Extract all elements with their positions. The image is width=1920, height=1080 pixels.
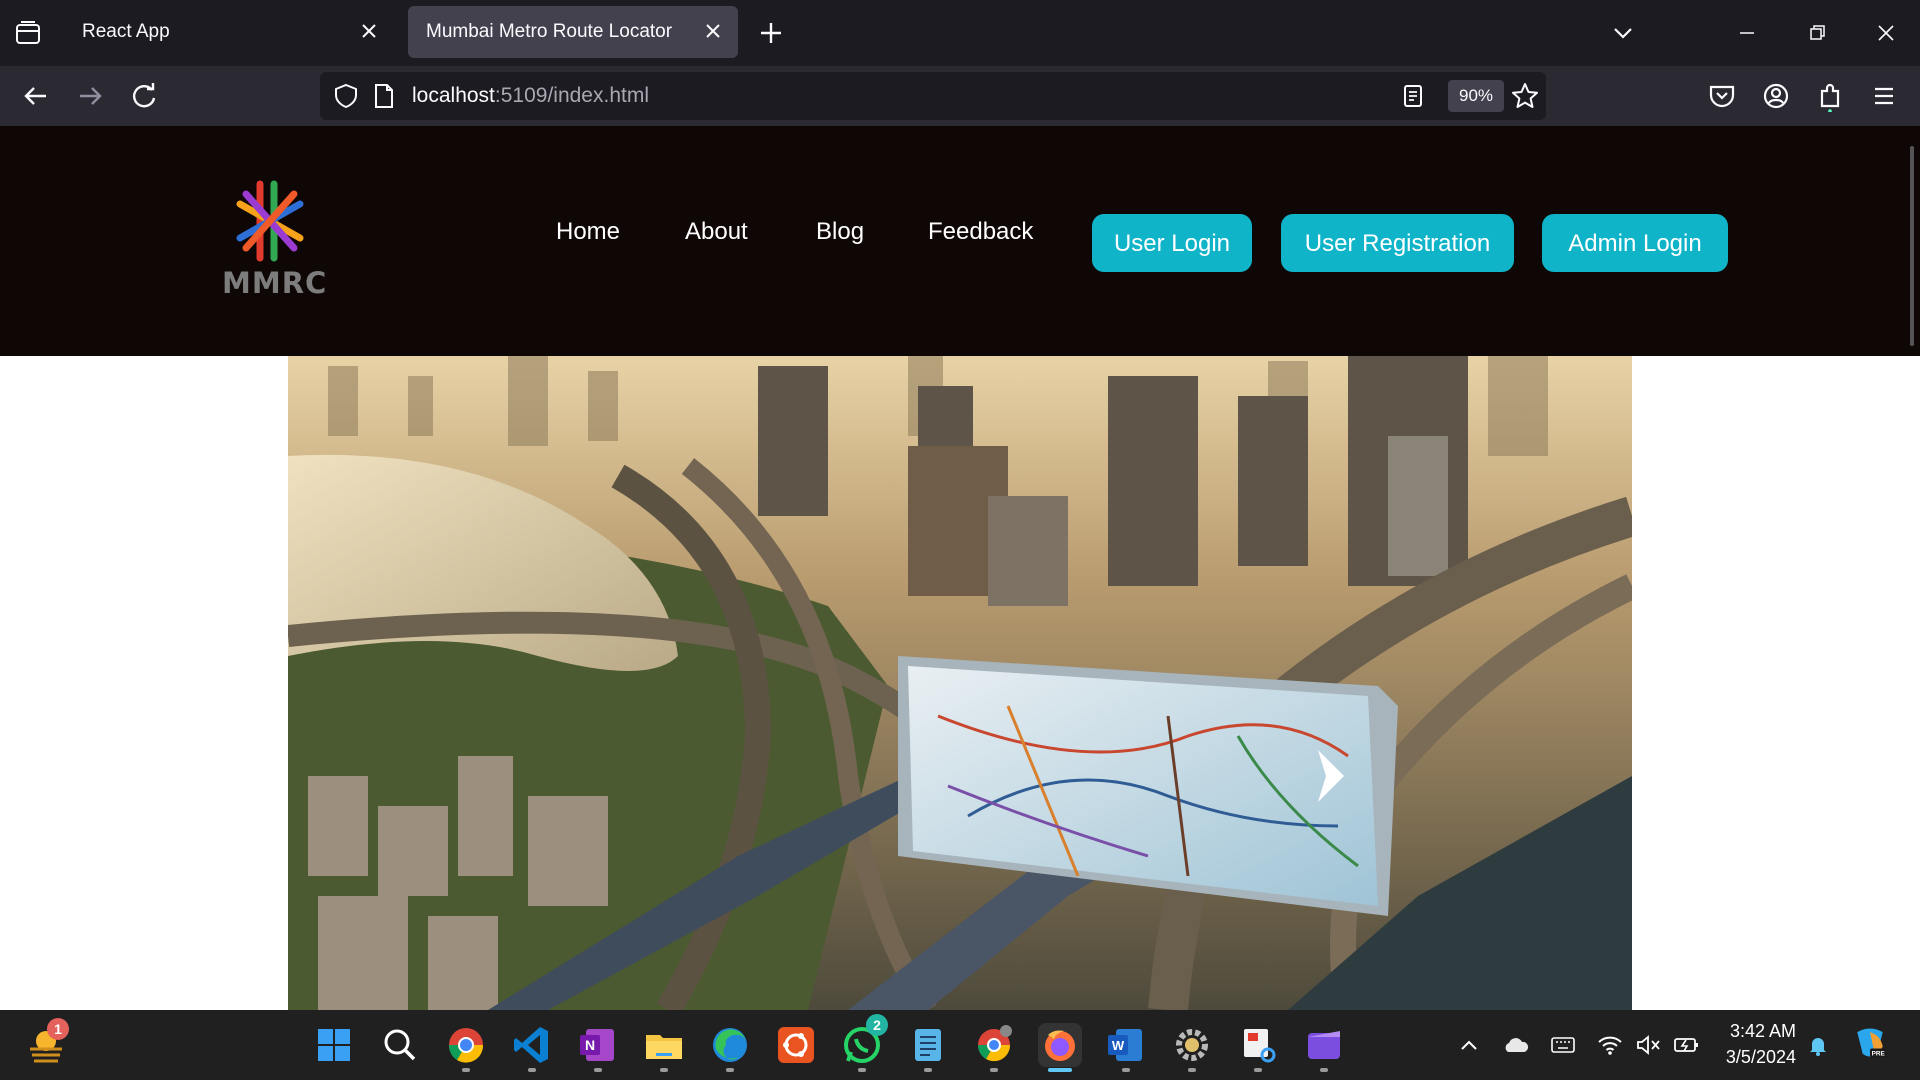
close-window-icon[interactable] xyxy=(1871,18,1901,48)
running-indicator xyxy=(1254,1068,1262,1072)
clock-date: 3/5/2024 xyxy=(1725,1047,1796,1067)
word-icon[interactable]: W xyxy=(1104,1023,1148,1067)
pocket-icon[interactable] xyxy=(1706,80,1738,112)
firefox-icon[interactable] xyxy=(1038,1023,1082,1067)
running-indicator xyxy=(1122,1068,1130,1072)
logo-text: MMRC xyxy=(222,266,328,300)
close-tab-icon[interactable] xyxy=(358,20,380,42)
restore-icon[interactable] xyxy=(1802,18,1832,48)
nav-about-link[interactable]: About xyxy=(685,218,748,246)
running-indicator xyxy=(1188,1068,1196,1072)
tab-react-app[interactable]: React App xyxy=(64,6,394,58)
running-indicator xyxy=(990,1068,998,1072)
wifi-icon[interactable] xyxy=(1596,1032,1624,1058)
chevron-right-icon[interactable] xyxy=(1310,746,1350,806)
mmrc-logo[interactable]: MMRC xyxy=(222,176,326,300)
system-clock[interactable]: 3:42 AM 3/5/2024 xyxy=(1708,1018,1796,1070)
keyboard-icon[interactable] xyxy=(1549,1032,1577,1058)
nav-blog-link[interactable]: Blog xyxy=(816,218,864,246)
running-indicator xyxy=(660,1068,668,1072)
user-login-button[interactable]: User Login xyxy=(1092,214,1252,272)
url-path: :5109/index.html xyxy=(494,84,649,107)
volume-muted-icon[interactable] xyxy=(1634,1032,1662,1058)
file-explorer-icon[interactable] xyxy=(642,1023,686,1067)
tab-mumbai-metro[interactable]: Mumbai Metro Route Locator xyxy=(408,6,738,58)
page-info-icon[interactable] xyxy=(372,82,396,110)
url-text[interactable]: localhost:5109/index.html xyxy=(412,84,649,108)
browser-navigation-bar: localhost:5109/index.html 90% xyxy=(0,66,1920,126)
reader-view-icon[interactable] xyxy=(1400,83,1426,109)
chrome-profile-icon[interactable] xyxy=(972,1023,1016,1067)
page-scrollbar[interactable] xyxy=(1910,146,1914,346)
chrome-icon[interactable] xyxy=(444,1023,488,1067)
nav-home-link[interactable]: Home xyxy=(556,218,620,246)
new-tab-icon[interactable] xyxy=(758,20,784,46)
list-all-tabs-icon[interactable] xyxy=(1610,20,1636,46)
reload-icon[interactable] xyxy=(128,80,160,112)
copilot-icon[interactable]: PRE xyxy=(1850,1023,1890,1063)
browser-tab-strip: React App Mumbai Metro Route Locator xyxy=(0,0,1920,66)
metro-city-image xyxy=(288,356,1632,1010)
notepad-icon[interactable] xyxy=(906,1023,950,1067)
search-icon[interactable] xyxy=(378,1023,422,1067)
minimize-icon[interactable] xyxy=(1732,18,1762,48)
whatsapp-badge: 2 xyxy=(866,1014,888,1036)
clipchamp-icon[interactable] xyxy=(1302,1023,1346,1067)
tab-manager-icon[interactable] xyxy=(14,20,42,46)
windows-start-icon[interactable] xyxy=(312,1023,356,1067)
close-tab-icon[interactable] xyxy=(702,20,724,42)
snipping-tool-icon[interactable] xyxy=(1236,1023,1280,1067)
running-indicator xyxy=(858,1068,866,1072)
back-icon[interactable] xyxy=(20,80,52,112)
admin-login-button[interactable]: Admin Login xyxy=(1542,214,1728,272)
running-indicator xyxy=(726,1068,734,1072)
account-icon[interactable] xyxy=(1760,80,1792,112)
onedrive-cloud-icon[interactable] xyxy=(1502,1032,1530,1058)
vscode-icon[interactable] xyxy=(510,1023,554,1067)
nav-feedback-link[interactable]: Feedback xyxy=(928,218,1033,246)
active-indicator xyxy=(1048,1068,1072,1072)
settings-gear-icon[interactable] xyxy=(1170,1023,1214,1067)
shield-icon[interactable] xyxy=(332,82,360,110)
clock-time: 3:42 AM xyxy=(1729,1021,1796,1041)
ubuntu-icon[interactable] xyxy=(774,1023,818,1067)
menu-icon[interactable] xyxy=(1868,80,1900,112)
weather-badge: 1 xyxy=(47,1018,69,1040)
zoom-level-button[interactable]: 90% xyxy=(1448,80,1504,112)
mmrc-logo-icon xyxy=(236,180,304,262)
url-host: localhost xyxy=(412,84,495,107)
running-indicator xyxy=(528,1068,536,1072)
address-bar[interactable]: localhost:5109/index.html 90% xyxy=(320,72,1546,120)
running-indicator xyxy=(1320,1068,1328,1072)
svg-text:N: N xyxy=(585,1037,595,1053)
running-indicator xyxy=(924,1068,932,1072)
battery-charging-icon[interactable] xyxy=(1672,1032,1700,1058)
chevron-up-icon[interactable] xyxy=(1455,1032,1483,1058)
user-registration-button[interactable]: User Registration xyxy=(1281,214,1514,272)
svg-text:W: W xyxy=(1112,1038,1125,1053)
edge-icon[interactable] xyxy=(708,1023,752,1067)
windows-taskbar: 1 N 2 W 3:42 AM 3/5/2024 PRE xyxy=(0,1010,1920,1080)
onenote-icon[interactable]: N xyxy=(576,1023,620,1067)
extensions-icon[interactable] xyxy=(1814,80,1846,112)
forward-icon[interactable] xyxy=(74,80,106,112)
hero-carousel xyxy=(288,356,1632,1010)
notification-bell-icon[interactable] xyxy=(1804,1032,1832,1058)
svg-text:PRE: PRE xyxy=(1872,1051,1885,1058)
tab-title: Mumbai Metro Route Locator xyxy=(426,21,673,42)
site-header: MMRC Home About Blog Feedback User Login… xyxy=(0,126,1920,356)
running-indicator xyxy=(594,1068,602,1072)
running-indicator xyxy=(462,1068,470,1072)
star-bookmark-icon[interactable] xyxy=(1510,81,1540,111)
tab-title: React App xyxy=(82,21,170,42)
